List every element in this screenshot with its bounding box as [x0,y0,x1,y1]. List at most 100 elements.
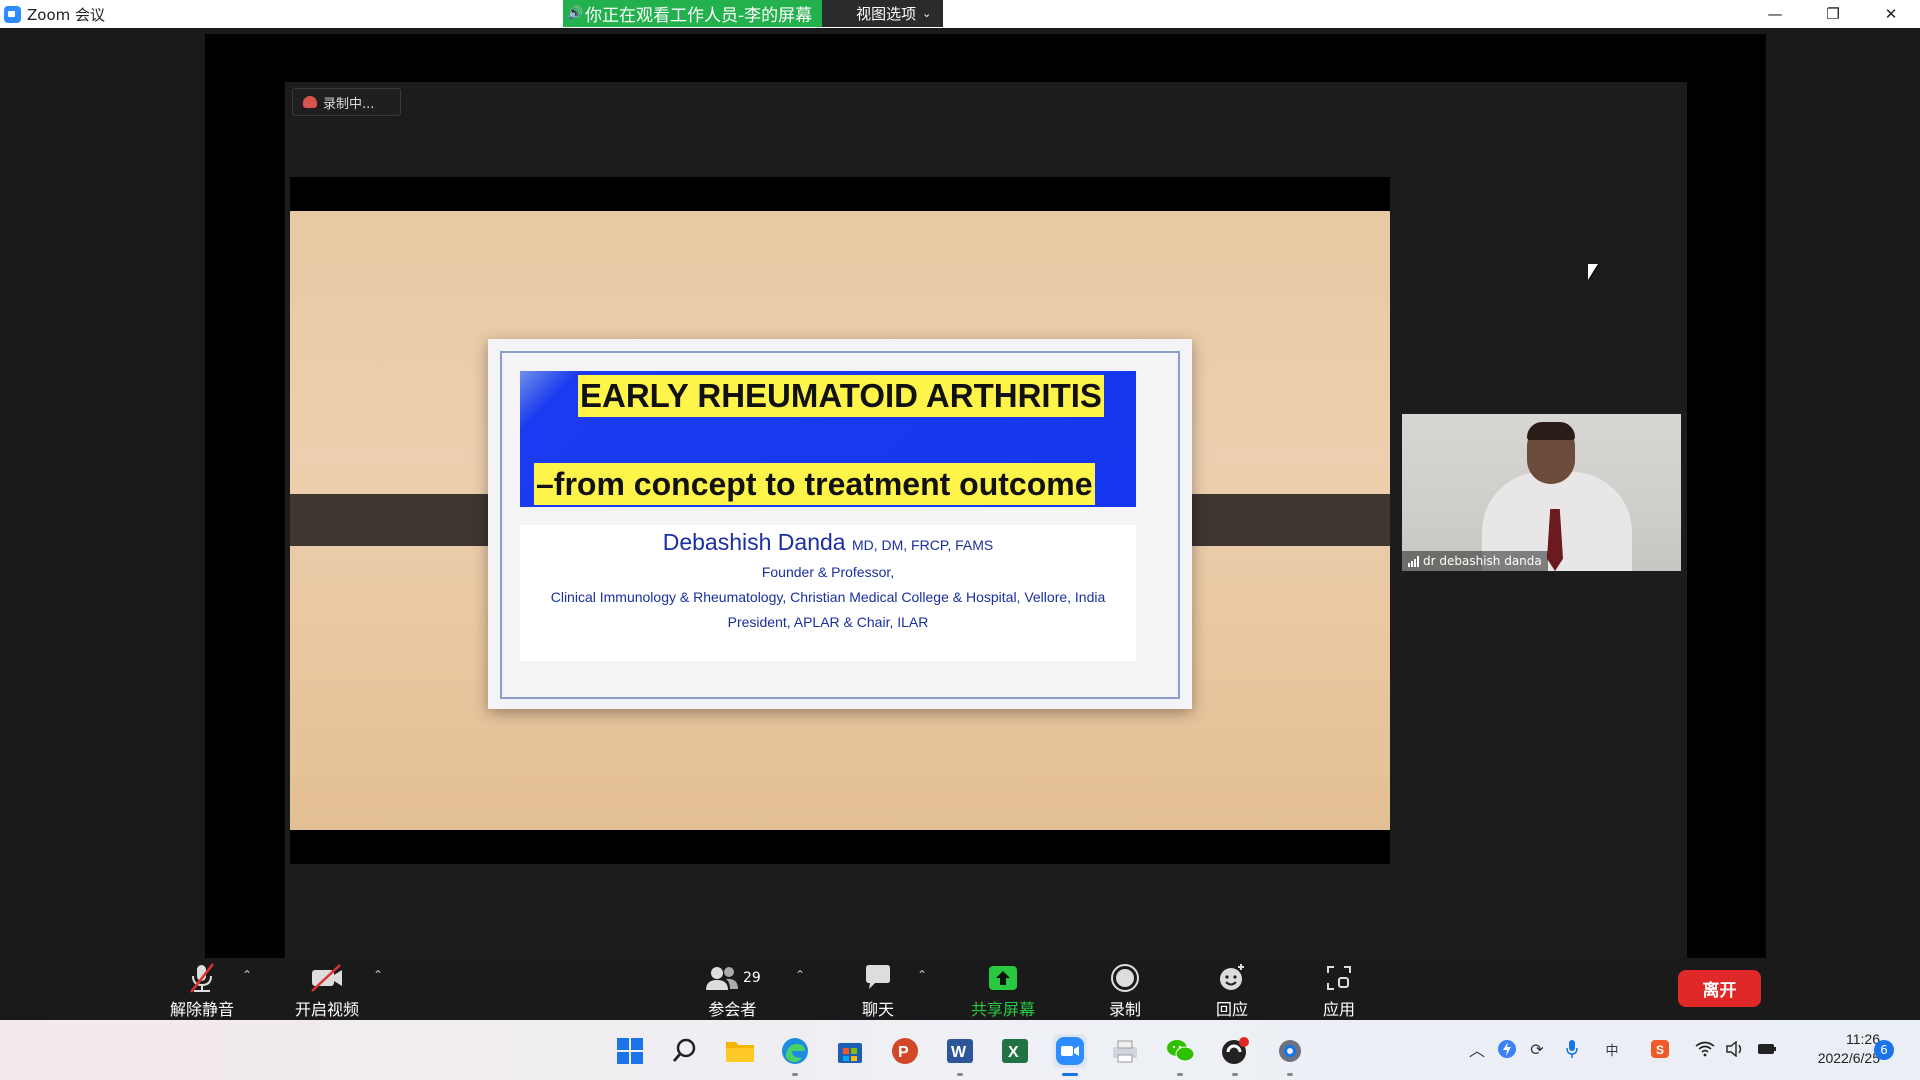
system-clock[interactable]: 11:26 2022/6/25 [1790,1030,1880,1068]
edge-browser-icon[interactable] [778,1034,812,1076]
notification-badge[interactable]: 6 [1874,1040,1894,1060]
search-icon[interactable] [668,1034,702,1068]
apps-button[interactable]: 应用 [1323,962,1355,1020]
sogou-input-icon[interactable]: S [1649,1038,1671,1060]
show-hidden-icons-chevron-icon[interactable]: ︿ [1466,1038,1488,1060]
mouse-cursor-icon [1588,264,1598,280]
audio-options-caret-icon[interactable]: ⌃ [242,968,252,982]
participants-caret-icon[interactable]: ⌃ [795,968,805,982]
participants-label: 参会者 [708,1000,757,1019]
volume-icon[interactable] [1724,1038,1746,1060]
taskbar-running-indicator [1287,1073,1293,1076]
slide-wood-background: EARLY RHEUMATOID ARTHRITIS –from concept… [290,211,1390,830]
record-label: 录制 [1109,1000,1142,1019]
windows-taskbar: P W X ︿ ⟳ 中 S 11:26 2022/6/25 6 [0,1020,1920,1080]
word-icon[interactable]: W [943,1034,977,1076]
recording-badge[interactable]: 录制中... [292,88,401,116]
signal-strength-icon [1408,555,1419,567]
printer-app-icon[interactable] [1108,1034,1142,1068]
participant-name: dr debashish danda [1423,554,1542,568]
chat-icon [866,965,890,989]
presentation-slide: EARLY RHEUMATOID ARTHRITIS –from concept… [290,177,1390,864]
input-method-icon[interactable]: 中 [1601,1038,1623,1060]
excel-icon[interactable]: X [998,1034,1032,1068]
record-button[interactable]: 录制 [1109,962,1141,1020]
slide-title-line1: EARLY RHEUMATOID ARTHRITIS [578,375,1104,417]
participants-icon [706,967,738,990]
slide-title-block: EARLY RHEUMATOID ARTHRITIS –from concept… [520,371,1136,507]
reactions-label: 回应 [1216,1000,1249,1019]
unmute-label: 解除静音 [170,1000,235,1019]
slide-author-block: Debashish Danda MD, DM, FRCP, FAMS Found… [520,525,1136,661]
taskbar-running-indicator [1177,1073,1183,1076]
unmute-button[interactable]: 解除静音 [170,962,234,1020]
record-icon [1111,964,1139,992]
author-credentials: MD, DM, FRCP, FAMS [851,537,994,553]
chevron-down-icon: ⌄ [922,7,932,20]
title-bar: Zoom 会议 🔊 你正在观看工作人员-李的屏幕 视图选项 ⌄ — ❐ ✕ [0,0,1920,28]
zoom-app-icon [4,5,21,23]
svg-text:X: X [1008,1044,1019,1061]
apps-label: 应用 [1323,1000,1356,1019]
wifi-icon[interactable] [1694,1038,1716,1060]
author-position: President, APLAR & Chair, ILAR [727,614,929,630]
slide-title-line2: –from concept to treatment outcome [534,463,1095,505]
participant-hair [1527,422,1575,440]
leave-button[interactable]: 离开 [1678,970,1761,1007]
participant-name-label: dr debashish danda [1402,551,1548,571]
viewing-share-text: 你正在观看工作人员-李的屏幕 [585,6,813,26]
slide-band-left [290,494,512,546]
powerpoint-icon[interactable]: P [888,1034,922,1068]
sync-icon[interactable]: ⟳ [1526,1038,1548,1060]
muted-mic-icon [190,963,214,993]
share-screen-icon [989,966,1017,990]
svg-text:P: P [898,1044,909,1061]
app-notification-icon[interactable] [1218,1034,1252,1076]
battery-icon[interactable] [1756,1038,1778,1060]
view-options-button[interactable]: 视图选项 ⌄ [822,0,944,27]
svg-text:W: W [951,1044,967,1061]
reactions-button[interactable]: 回应 [1216,962,1248,1020]
slide-author: Debashish Danda MD, DM, FRCP, FAMS [520,529,1136,556]
chat-caret-icon[interactable]: ⌃ [917,968,927,982]
taskbar-active-indicator [1062,1073,1078,1076]
zoom-taskbar-icon[interactable] [1053,1034,1087,1076]
taskbar-running-indicator [1232,1073,1238,1076]
video-options-caret-icon[interactable]: ⌃ [373,968,383,982]
recording-label: 录制中... [323,96,375,112]
microphone-tray-icon[interactable] [1561,1038,1583,1060]
participants-button[interactable]: 29 参会者 [704,962,761,1020]
apps-icon [1327,966,1351,990]
start-video-label: 开启视频 [295,1000,360,1019]
view-options-label: 视图选项 [856,5,917,23]
viewing-share-indicator: 🔊 你正在观看工作人员-李的屏幕 [563,0,823,27]
author-role: Founder & Professor, [761,564,895,580]
taskbar-running-indicator [957,1073,963,1076]
minimize-icon[interactable]: — [1746,0,1804,28]
cloud-recording-icon [303,96,317,108]
window-title: Zoom 会议 [27,5,106,24]
video-off-icon [311,964,342,992]
restore-icon[interactable]: ❐ [1804,0,1862,28]
cloud-sync-icon[interactable] [1496,1038,1518,1060]
start-video-button[interactable]: 开启视频 [295,962,359,1020]
microsoft-store-icon[interactable] [833,1034,867,1068]
start-menu-icon[interactable] [613,1034,647,1068]
svg-text:S: S [1656,1043,1664,1057]
speaker-icon: 🔊 [567,5,584,21]
screen-share-banner: 🔊 你正在观看工作人员-李的屏幕 视图选项 ⌄ [563,0,944,27]
file-explorer-icon[interactable] [723,1034,757,1068]
settings-gear-icon[interactable] [1273,1034,1307,1076]
window-controls: — ❐ ✕ [1746,0,1920,28]
slide-band-right [1168,494,1390,546]
close-icon[interactable]: ✕ [1862,0,1920,28]
reactions-icon [1220,964,1244,990]
slide-card: EARLY RHEUMATOID ARTHRITIS –from concept… [488,339,1192,709]
wechat-icon[interactable] [1163,1034,1197,1076]
chat-label: 聊天 [862,1000,895,1019]
chat-button[interactable]: 聊天 [862,962,894,1020]
share-screen-button[interactable]: 共享屏幕 [971,962,1035,1020]
participant-video-tile[interactable]: dr debashish danda [1402,414,1681,571]
share-screen-label: 共享屏幕 [971,1000,1036,1019]
author-name: Debashish Danda [662,529,846,555]
